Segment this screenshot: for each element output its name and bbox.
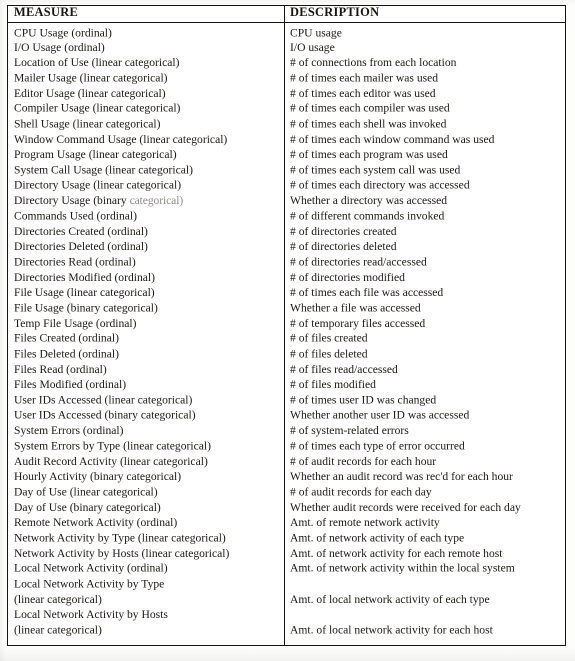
table-cell-measure: Local Network Activity by Type xyxy=(14,577,165,591)
table-cell-measure: Files Read (ordinal) xyxy=(14,362,107,376)
measures-table: MEASURE DESCRIPTION CPU Usage (ordinal) C… xyxy=(7,5,566,646)
table-cell-measure: System Call Usage (linear categorical) xyxy=(14,163,193,177)
table-cell-description: Amt. of network activity for each remote… xyxy=(290,546,503,560)
table-cell-description: Amt. of local network activity of each t… xyxy=(290,592,490,606)
table-cell-measure: Temp File Usage (ordinal) xyxy=(14,316,137,330)
table-cell-description: # of times each compiler was used xyxy=(290,101,450,115)
table-cell-description: # of files modified xyxy=(290,378,376,392)
table-cell-description: I/O usage xyxy=(290,40,335,54)
table-cell-measure: Compiler Usage (linear categorical) xyxy=(14,101,181,115)
table-cell-measure: Hourly Activity (binary categorical) xyxy=(14,470,182,484)
table-cell-description: # of times each system call was used xyxy=(290,163,461,177)
table-cell-description: # of files deleted xyxy=(290,347,368,361)
table-cell-measure: Network Activity by Hosts (linear catego… xyxy=(14,546,230,560)
table-cell-description: # of times each window command was used xyxy=(290,132,495,146)
table-cell-description: # of audit records for each day xyxy=(290,485,432,499)
table-cell-measure: Local Network Activity by Hosts xyxy=(14,608,168,622)
measure-text: Directory Usage (binary xyxy=(14,194,130,208)
table-cell-description: # of times each program was used xyxy=(290,148,448,162)
table-cell-measure: File Usage (binary categorical) xyxy=(14,301,158,315)
measure-text-faded: categorical) xyxy=(129,194,184,208)
table-cell-measure: Remote Network Activity (ordinal) xyxy=(14,516,178,530)
table-cell-measure: Day of Use (binary categorical) xyxy=(14,500,161,514)
table-cell-description: # of times each shell was invoked xyxy=(290,117,447,131)
table-cell-description: # of directories deleted xyxy=(290,240,397,254)
table-cell-measure: Window Command Usage (linear categorical… xyxy=(14,132,228,146)
table-cell-measure: Files Deleted (ordinal) xyxy=(14,347,119,361)
table-cell-description: # of times each directory was accessed xyxy=(290,178,470,192)
table-cell-measure: Commands Used (ordinal) xyxy=(14,209,138,223)
table-cell-measure: Mailer Usage (linear categorical) xyxy=(14,71,168,85)
table-cell-measure: (linear categorical) xyxy=(14,623,102,637)
table-cell-description: # of files read/accessed xyxy=(290,362,398,376)
column-header-description: DESCRIPTION xyxy=(290,5,380,19)
table-cell-description: # of system-related errors xyxy=(290,424,409,438)
table-cell-measure: User IDs Accessed (linear categorical) xyxy=(14,393,193,407)
table-cell-description: Whether audit records were received for … xyxy=(290,500,521,514)
table-cell-description: Whether a directory was accessed xyxy=(290,194,448,208)
table-cell-measure: Local Network Activity (ordinal) xyxy=(14,561,168,575)
table-cell-description: Whether another user ID was accessed xyxy=(290,408,470,422)
table-cell-description: # of times each mailer was used xyxy=(290,71,439,85)
table-cell-measure: Directories Modified (ordinal) xyxy=(14,270,156,284)
column-header-measure: MEASURE xyxy=(14,5,79,19)
table-cell-measure: Day of Use (linear categorical) xyxy=(14,485,158,499)
table-cell-measure: Directories Read (ordinal) xyxy=(14,255,136,269)
table-cell-description: Whether a file was accessed xyxy=(290,301,421,315)
table-cell-description: # of times user ID was changed xyxy=(290,393,437,407)
table-header-row: MEASURE DESCRIPTION xyxy=(8,5,565,23)
table-cell-description: Whether an audit record was rec'd for ea… xyxy=(290,470,513,484)
table-cell-measure: Files Modified (ordinal) xyxy=(14,378,127,392)
scanned-page: MEASURE DESCRIPTION CPU Usage (ordinal) C… xyxy=(0,0,575,661)
table-cell-description: # of directories created xyxy=(290,224,397,238)
table-cell-measure: Location of Use (linear categorical) xyxy=(14,56,180,70)
table-cell-measure: Program Usage (linear categorical) xyxy=(14,148,177,162)
table-cell-description: # of times each editor was used xyxy=(290,86,436,100)
table-cell-description: Amt. of local network activity for each … xyxy=(290,623,493,637)
table-cell-measure: Files Created (ordinal) xyxy=(14,331,119,345)
table-cell-measure: File Usage (linear categorical) xyxy=(14,286,155,300)
table-cell-description: # of directories modified xyxy=(290,270,405,284)
table-cell-measure: Directories Deleted (ordinal) xyxy=(14,240,148,254)
table-cell-description: # of temporary files accessed xyxy=(290,316,426,330)
table-cell-description: Amt. of network activity of each type xyxy=(290,531,465,545)
table-cell-description: # of audit records for each hour xyxy=(290,454,437,468)
table-cell-measure: System Errors by Type (linear categorica… xyxy=(14,439,211,453)
table-cell-measure: Network Activity by Type (linear categor… xyxy=(14,531,226,545)
table-cell-measure: Directories Created (ordinal) xyxy=(14,224,148,238)
table-cell-description: # of connections from each location xyxy=(290,56,457,70)
table-cell-description: Amt. of remote network activity xyxy=(290,516,440,530)
table-cell-measure: (linear categorical) xyxy=(14,592,102,606)
table-cell-description: # of directories read/accessed xyxy=(290,255,427,269)
table-cell-description: # of files created xyxy=(290,331,368,345)
table-cell-description: CPU usage xyxy=(290,25,342,39)
table-cell-measure: Audit Record Activity (linear categorica… xyxy=(14,454,208,468)
table-cell-measure: CPU Usage (ordinal) xyxy=(14,25,112,39)
table-cell-description: # of times each type of error occurred xyxy=(290,439,465,453)
table-cell-measure: Editor Usage (linear categorical) xyxy=(14,86,166,100)
table-cell-measure: Shell Usage (linear categorical) xyxy=(14,117,161,131)
table-cell-description: # of times each file was accessed xyxy=(290,286,444,300)
table-body: CPU Usage (ordinal) CPU usage I/O Usage (o… xyxy=(8,23,565,645)
table-cell-description: Amt. of network activity within the loca… xyxy=(290,561,515,575)
table-cell-measure: I/O Usage (ordinal) xyxy=(14,40,105,54)
table-cell-description: # of different commands invoked xyxy=(290,209,445,223)
table-cell-measure: User IDs Accessed (binary categorical) xyxy=(14,408,196,422)
table-cell-measure: Directory Usage (linear categorical) xyxy=(14,178,182,192)
table-cell-measure: Directory Usage (binary categorical) xyxy=(14,194,183,207)
table-cell-measure: System Errors (ordinal) xyxy=(14,424,124,438)
